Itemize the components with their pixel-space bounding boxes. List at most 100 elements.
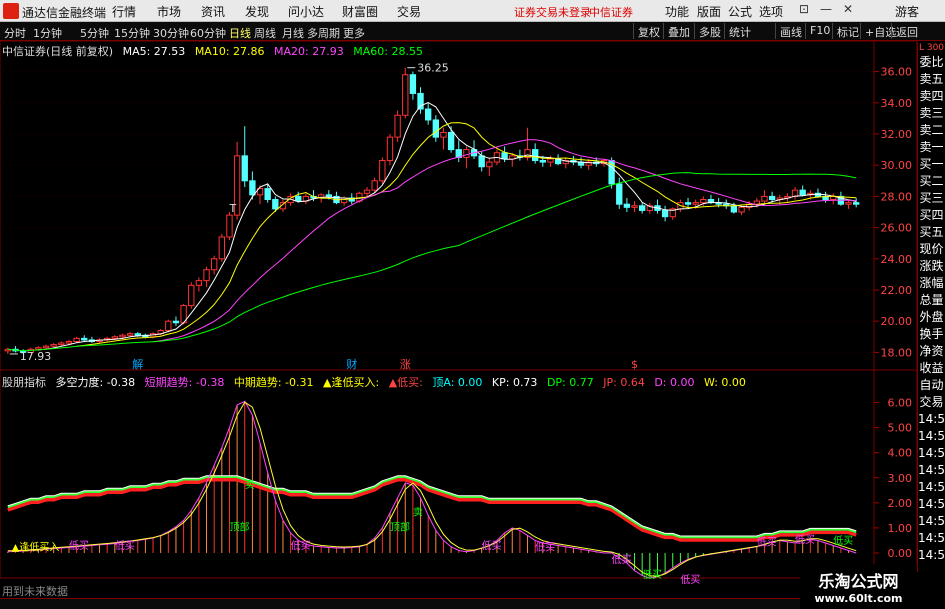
indicator-axis-label: 2.00	[888, 497, 913, 510]
indicator-item: 中期趋势: -0.31	[233, 376, 314, 389]
candle-body	[409, 74, 417, 94]
candle-body	[616, 183, 623, 205]
side-label: 14:56	[918, 429, 945, 443]
candle-body	[363, 189, 371, 194]
candle-body	[853, 202, 860, 205]
candle-body	[325, 194, 332, 197]
side-label: 14:56	[918, 446, 945, 460]
side-label: 净资	[919, 344, 944, 358]
side-label: 14:56	[918, 480, 945, 494]
candle-body	[386, 136, 394, 162]
candle-body	[417, 92, 424, 110]
indicator-axis-label: 3.00	[888, 472, 913, 485]
indicator-legend: 股朋指标 多空力度: -0.38 短期趋势: -0.38 中期趋势: -0.31…	[2, 374, 752, 390]
ma10-legend: MA10: 27.86	[194, 45, 265, 58]
indicator-signal-label: 卖	[245, 479, 255, 491]
side-label: 卖四	[919, 89, 944, 103]
indicator-signal-label: 低买	[535, 540, 555, 553]
side-label[interactable]: 自动	[918, 377, 945, 394]
ma20-line	[152, 139, 857, 343]
indicator-signal-label: 低买	[757, 535, 777, 548]
candle-body	[532, 149, 539, 162]
candle-body	[623, 203, 631, 208]
side-label[interactable]: 交易	[918, 394, 945, 411]
event-marker: 财	[346, 357, 357, 371]
candle-body	[42, 345, 50, 349]
candle-body	[394, 114, 401, 138]
candle-body	[845, 202, 852, 205]
candle-body	[791, 189, 799, 197]
candle-body	[547, 158, 554, 163]
candle-body	[111, 336, 118, 339]
dp-band-white	[7, 475, 857, 537]
indicator-name[interactable]: 股朋指标	[2, 374, 46, 390]
side-label: 卖一	[919, 140, 944, 154]
candle-body	[639, 205, 646, 211]
side-label: 外盘	[919, 310, 944, 324]
indicator-item: ▲逢低买入:	[323, 376, 380, 389]
ma20-legend: MA20: 27.93	[274, 45, 344, 58]
high-price-label: 36.25	[417, 62, 449, 75]
indicator-item: KP: 0.73	[491, 376, 538, 389]
side-top-label: L 300	[918, 43, 945, 53]
price-axis-label: 30.00	[881, 159, 913, 172]
candle-body	[539, 160, 546, 163]
indicator-axis-label: 1.00	[888, 522, 913, 535]
indicator-item: D: 0.00	[654, 376, 695, 389]
indicator-signal-label: 低买	[69, 539, 89, 552]
candle-body	[65, 340, 73, 344]
candle-body	[684, 202, 692, 205]
candle-body	[172, 320, 180, 324]
candle-body	[188, 284, 195, 307]
side-label: 现价	[919, 242, 944, 256]
side-label: 14:56	[918, 497, 945, 511]
price-axis-label: 26.00	[881, 222, 913, 235]
ma60-legend: MA60: 28.55	[353, 45, 423, 58]
indicator-signal-label: 低买	[680, 573, 700, 586]
candle-body	[272, 199, 279, 210]
candle-body	[425, 108, 432, 121]
candle-body	[58, 342, 65, 346]
indicator-item: DP: 0.77	[546, 376, 594, 389]
price-axis-label: 20.00	[881, 315, 913, 328]
side-label: 收益	[919, 361, 944, 375]
side-label: 买五	[919, 225, 944, 239]
indicator-item: ▲低买:	[388, 376, 423, 389]
indicator-item: 顶A: 0.00	[432, 376, 483, 389]
candle-body	[402, 74, 409, 116]
side-label: 14:56	[918, 548, 945, 562]
side-label: 涨幅	[919, 276, 944, 290]
watermark-line2: www.60lt.com	[814, 592, 903, 605]
indicator-signal-label: 卖	[413, 506, 423, 518]
side-label: 换手	[919, 327, 944, 341]
quote-side-panel: L 300 委比 卖五 卖四 卖三 卖二 卖一 买一 买二 买三 买四 买五 现价 涨跌 涨幅 总量 外盘 换手…	[917, 42, 945, 572]
indicator-axis-label: 4.00	[888, 447, 913, 460]
side-label: 涨跌	[919, 259, 944, 273]
candle-body	[249, 180, 256, 196]
candle-body	[81, 337, 88, 341]
candle-body	[218, 236, 225, 260]
candle-body	[371, 180, 378, 191]
candle-body	[226, 214, 233, 238]
main-legend: 中信证券(日线 前复权) MA5: 27.53 MA10: 27.86 MA20…	[2, 43, 429, 59]
side-label: 卖三	[919, 106, 944, 120]
candle-body	[700, 199, 707, 204]
candle-body	[203, 269, 210, 282]
candle-body	[463, 149, 470, 158]
side-label: 14:56	[918, 514, 945, 528]
candle-body	[440, 131, 447, 138]
time-scrollbar[interactable]	[0, 598, 917, 609]
kline-chart[interactable]: 36.00 34.00 32.00 30.00 28.00 26.00 24.00 22.00…	[0, 0, 917, 609]
candle-body	[486, 161, 493, 168]
candle-body	[692, 202, 699, 205]
candle-body	[241, 155, 248, 182]
candle-body	[478, 155, 485, 168]
side-label: 14:56	[918, 531, 945, 545]
price-axis-label: 36.00	[881, 66, 913, 79]
indicator-signal-label: 低买	[833, 534, 853, 547]
candle-body	[661, 209, 669, 218]
indicator-signal-label: 顶部	[390, 520, 410, 533]
indicator-axis-label: 6.00	[888, 397, 913, 410]
candle-body	[447, 131, 455, 151]
watermark-line1: 乐淘公式网	[818, 572, 899, 591]
